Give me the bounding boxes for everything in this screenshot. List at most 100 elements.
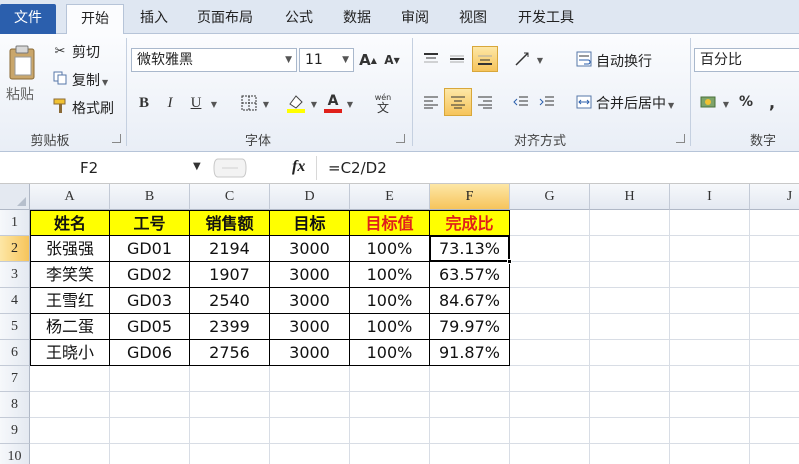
table-header-cell[interactable]: 工号 (110, 210, 190, 236)
grid-cell[interactable] (350, 366, 430, 392)
row-header[interactable]: 8 (0, 392, 30, 418)
tab-page-layout[interactable]: 页面布局 (190, 4, 260, 34)
name-box[interactable]: F2 (0, 156, 210, 180)
grid-cell[interactable] (750, 288, 799, 314)
grid-cell[interactable] (750, 366, 799, 392)
table-header-cell[interactable]: 姓名 (30, 210, 110, 236)
column-header[interactable]: C (190, 184, 270, 210)
number-format-combo[interactable]: 百分比 (694, 48, 799, 72)
grid-cell[interactable] (750, 314, 799, 340)
font-launcher-icon[interactable] (396, 134, 405, 143)
tab-developer[interactable]: 开发工具 (510, 4, 582, 34)
align-middle-icon[interactable] (446, 48, 468, 70)
grid-cell[interactable] (670, 444, 750, 464)
grid-cell[interactable] (270, 366, 350, 392)
row-header[interactable]: 9 (0, 418, 30, 444)
increase-indent-icon[interactable] (536, 90, 558, 114)
column-header[interactable]: F (430, 184, 510, 210)
grid-cell[interactable] (510, 392, 590, 418)
format-painter-button[interactable]: 格式刷 (72, 98, 114, 118)
grid-cell[interactable] (110, 366, 190, 392)
grid-cell[interactable] (750, 392, 799, 418)
shrink-font-icon[interactable]: A ▼ (382, 48, 402, 72)
grow-font-icon[interactable]: A ▲ (358, 48, 378, 72)
table-cell[interactable]: 100% (350, 262, 430, 288)
table-cell[interactable]: 3000 (270, 314, 350, 340)
grid-cell[interactable] (670, 366, 750, 392)
copy-button[interactable]: 复制 ▼ (72, 70, 108, 90)
cut-button[interactable]: 剪切 (72, 42, 100, 62)
grid-cell[interactable] (430, 418, 510, 444)
grid-cell[interactable] (110, 392, 190, 418)
grid-cell[interactable] (670, 314, 750, 340)
bold-button[interactable]: B (134, 92, 154, 114)
table-cell[interactable]: GD05 (110, 314, 190, 340)
row-header[interactable]: 6 (0, 340, 30, 366)
align-center-icon[interactable] (444, 88, 472, 116)
clipboard-launcher-icon[interactable] (112, 134, 121, 143)
align-right-icon[interactable] (474, 90, 496, 114)
table-cell[interactable]: 2194 (190, 236, 270, 262)
table-cell[interactable]: 2540 (190, 288, 270, 314)
chevron-down-icon[interactable]: ▼ (534, 50, 544, 70)
comma-style-button[interactable]: , (764, 90, 780, 114)
tab-formulas[interactable]: 公式 (278, 4, 320, 34)
grid-cell[interactable] (670, 262, 750, 288)
grid-cell[interactable] (190, 444, 270, 464)
grid-cell[interactable] (670, 288, 750, 314)
grid-cell[interactable] (670, 392, 750, 418)
grid-cell[interactable] (590, 444, 670, 464)
table-cell[interactable]: GD03 (110, 288, 190, 314)
table-header-cell[interactable]: 完成比 (430, 210, 510, 236)
grid-cell[interactable] (590, 262, 670, 288)
grid-cell[interactable] (350, 444, 430, 464)
row-header[interactable]: 1 (0, 210, 30, 236)
grid-cell[interactable] (510, 262, 590, 288)
table-cell[interactable]: 63.57% (430, 262, 510, 288)
grid-cell[interactable] (590, 366, 670, 392)
worksheet-grid[interactable]: A B C D E F G H I J 1 姓名 工号 销售额 目标 目标值 完成比 2 张强强 GD01 2194 30… (0, 184, 799, 464)
table-cell[interactable]: 2399 (190, 314, 270, 340)
table-cell[interactable]: 84.67% (430, 288, 510, 314)
fx-icon[interactable]: fx (292, 158, 305, 176)
align-bottom-icon[interactable] (472, 46, 498, 72)
accounting-format-icon[interactable] (698, 90, 720, 114)
chevron-down-icon[interactable]: ▼ (260, 94, 270, 114)
table-cell[interactable]: 100% (350, 314, 430, 340)
grid-cell[interactable] (270, 444, 350, 464)
table-cell[interactable]: GD02 (110, 262, 190, 288)
grid-cell[interactable] (590, 288, 670, 314)
grid-cell[interactable] (750, 418, 799, 444)
grid-cell[interactable] (510, 418, 590, 444)
chevron-down-icon[interactable]: ▼ (285, 49, 292, 71)
table-cell[interactable]: 91.87% (430, 340, 510, 366)
column-header[interactable]: D (270, 184, 350, 210)
tab-data[interactable]: 数据 (336, 4, 378, 34)
tab-insert[interactable]: 插入 (134, 4, 174, 34)
table-cell[interactable]: 73.13% (430, 236, 510, 262)
italic-button[interactable]: I (160, 92, 180, 114)
grid-cell[interactable] (750, 210, 799, 236)
column-header[interactable]: G (510, 184, 590, 210)
grid-cell[interactable] (30, 418, 110, 444)
grid-cell[interactable] (590, 418, 670, 444)
grid-cell[interactable] (670, 210, 750, 236)
table-cell[interactable]: 100% (350, 340, 430, 366)
column-header[interactable]: B (110, 184, 190, 210)
grid-cell[interactable] (30, 392, 110, 418)
grid-cell[interactable] (670, 418, 750, 444)
chevron-down-icon[interactable]: ▼ (344, 94, 354, 114)
table-cell[interactable]: 王晓小 (30, 340, 110, 366)
table-header-cell[interactable]: 目标 (270, 210, 350, 236)
grid-cell[interactable] (190, 366, 270, 392)
table-cell[interactable]: 2756 (190, 340, 270, 366)
grid-cell[interactable] (110, 418, 190, 444)
tab-home[interactable]: 开始 (66, 4, 124, 35)
row-header[interactable]: 10 (0, 444, 30, 464)
decrease-indent-icon[interactable] (510, 90, 532, 114)
paste-icon[interactable] (6, 42, 38, 82)
grid-cell[interactable] (30, 444, 110, 464)
table-cell[interactable]: GD06 (110, 340, 190, 366)
grid-cell[interactable] (510, 314, 590, 340)
column-header[interactable]: E (350, 184, 430, 210)
